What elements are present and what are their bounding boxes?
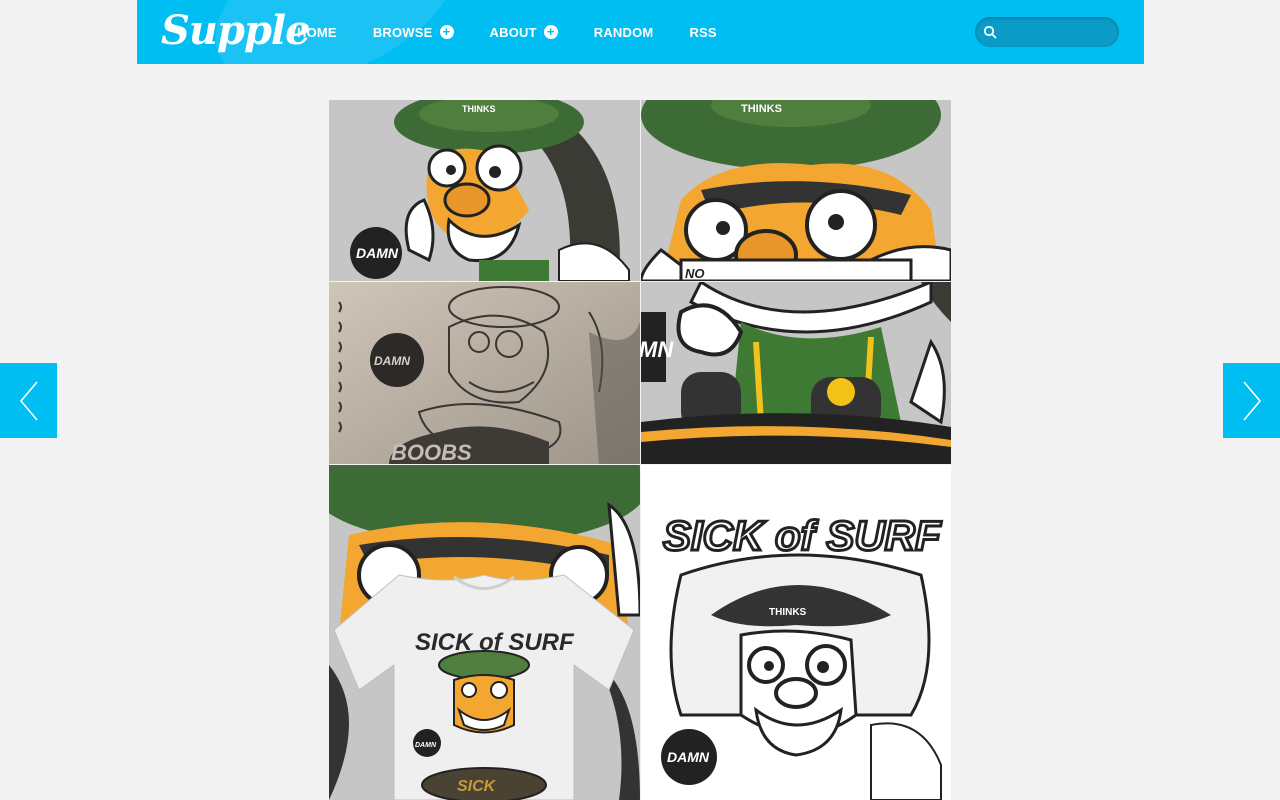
damn-badge: MN [641,337,674,362]
nav-about[interactable]: ABOUT + [490,0,558,64]
mask-text: NO [685,266,705,281]
chevron-left-icon [19,380,38,421]
main-nav: HOME BROWSE + ABOUT + RANDOM RSS [297,0,753,64]
site-header: Supple HOME BROWSE + ABOUT + RANDOM RSS [137,0,1144,64]
nav-rss[interactable]: RSS [689,0,716,64]
damn-badge: DAMN [374,354,410,368]
gallery-tile[interactable]: SICK of SURF DAMN SICK [329,465,640,800]
plus-circle-icon[interactable]: + [439,25,454,39]
nav-home[interactable]: HOME [297,0,337,64]
cap-text: THINKS [462,104,496,114]
nav-browse[interactable]: BROWSE + [373,0,454,64]
illustration-image: SICK of SURF THINKS DAMN [641,465,951,800]
tshirt-mockup-image: SICK of SURF DAMN SICK [329,465,640,800]
nav-random-label: RANDOM [593,24,654,40]
sketch-photo-image: BOOBS DAMN [329,282,640,464]
prev-page-button[interactable] [0,363,57,438]
nav-about-label: ABOUT [489,24,537,40]
damn-badge: DAMN [415,742,437,749]
board-text: SICK [457,778,497,795]
plus-circle-icon[interactable]: + [543,25,558,39]
search-input[interactable] [1003,25,1103,39]
damn-badge: DAMN [356,245,399,261]
next-page-button[interactable] [1223,363,1280,438]
nav-home-label: HOME [297,24,337,40]
nav-rss-label: RSS [689,24,717,40]
gallery-tile[interactable]: MN [641,282,951,464]
illustration-image: THINKS DAMN [329,100,640,281]
gallery-tile[interactable]: SICK of SURF THINKS DAMN [641,465,951,800]
nav-browse-label: BROWSE [372,24,433,40]
search-icon [983,25,997,39]
board-text: BOOBS [391,440,472,464]
damn-badge: DAMN [667,749,710,765]
cap-text: THINKS [769,607,807,618]
search-box[interactable] [975,17,1119,47]
nav-random[interactable]: RANDOM [594,0,654,64]
illustration-image: THINKS NO [641,100,951,281]
cap-text: THINKS [741,103,782,115]
chevron-right-icon [1242,380,1261,421]
gallery-tile[interactable]: THINKS DAMN [329,100,640,281]
illustration-image: MN [641,282,951,464]
site-logo[interactable]: Supple [161,2,311,60]
gallery-tile[interactable]: BOOBS DAMN [329,282,640,464]
artwork-title-text: SICK of SURF [663,512,942,559]
gallery-tile[interactable]: THINKS NO [641,100,951,281]
